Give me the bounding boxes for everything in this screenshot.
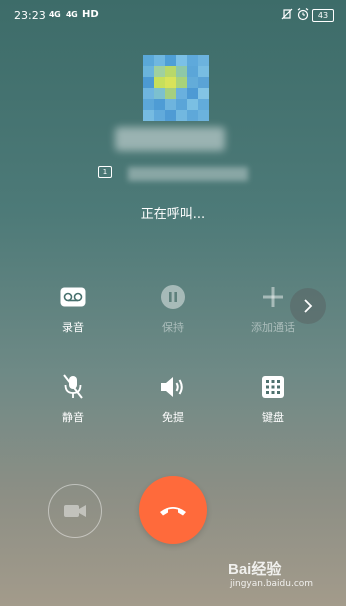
sim-slot-badge: 1 xyxy=(98,166,112,178)
mute-button[interactable]: 静音 xyxy=(28,372,118,425)
chevron-right-icon xyxy=(304,299,313,313)
signal-sim2-icon: 4G xyxy=(66,10,78,19)
record-button[interactable]: 录音 xyxy=(28,282,118,335)
call-status-text: 正在呼叫... xyxy=(140,207,206,222)
vibrate-silent-icon xyxy=(281,8,293,20)
pause-icon xyxy=(161,285,185,309)
mic-off-icon xyxy=(63,374,83,399)
speaker-label: 免提 xyxy=(162,411,184,424)
watermark-url: jingyan.baidu.com xyxy=(230,579,314,589)
phone-number-redacted xyxy=(128,167,248,181)
network-type-label: HD xyxy=(82,9,99,20)
video-camera-icon xyxy=(64,505,86,517)
speaker-button[interactable]: 免提 xyxy=(128,372,218,425)
contact-name-redacted xyxy=(115,127,225,151)
end-call-button[interactable] xyxy=(139,476,207,544)
plus-icon xyxy=(263,287,283,307)
keypad-button[interactable]: 键盘 xyxy=(228,372,318,425)
video-call-button[interactable] xyxy=(48,484,102,538)
hold-button[interactable]: 保持 xyxy=(128,282,218,335)
keypad-label: 键盘 xyxy=(262,411,284,424)
mute-label: 静音 xyxy=(62,411,84,424)
alarm-icon xyxy=(297,8,309,21)
signal-sim1-icon: 4G xyxy=(49,10,61,19)
contact-avatar xyxy=(143,55,209,121)
record-label: 录音 xyxy=(62,321,84,334)
battery-icon: 43 xyxy=(312,9,334,22)
status-bar: 23:23 4G 4G HD 43 xyxy=(0,0,346,30)
hang-up-icon xyxy=(160,507,186,516)
watermark-brand: Bai经验 xyxy=(228,561,282,578)
more-options-button[interactable] xyxy=(290,288,326,324)
status-time: 23:23 xyxy=(14,9,46,22)
hold-label: 保持 xyxy=(162,321,184,334)
speaker-icon xyxy=(161,377,183,397)
baidu-jingyan-watermark: Bai经验 jingyan.baidu.com xyxy=(228,558,313,589)
keypad-icon xyxy=(262,376,284,398)
record-icon xyxy=(60,287,86,307)
